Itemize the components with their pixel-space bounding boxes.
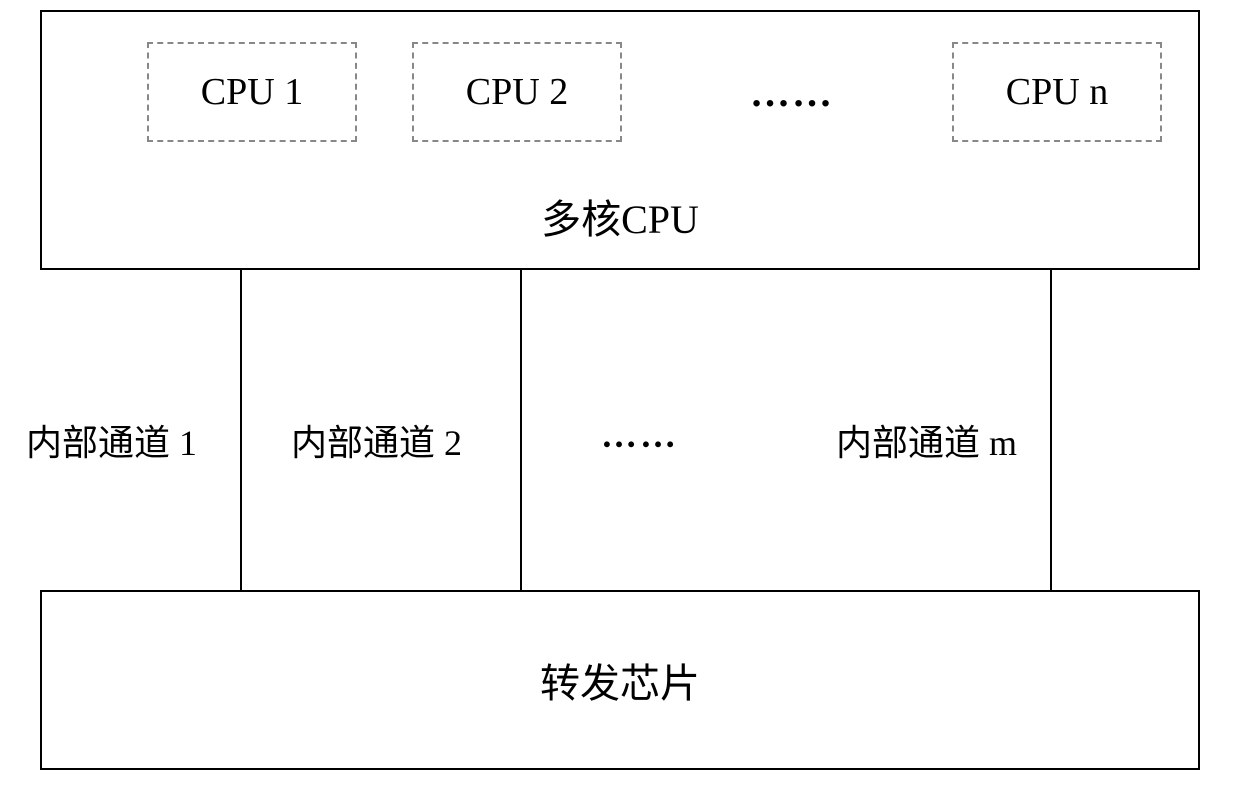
cpu-cores-row: CPU 1 CPU 2 …… CPU n xyxy=(42,42,1198,142)
channel-line-2 xyxy=(520,270,522,590)
internal-channels-area: 内部通道 1 内部通道 2 …… 内部通道 m xyxy=(40,270,1200,590)
channel-line-m xyxy=(1050,270,1052,590)
cpu-2-label: CPU 2 xyxy=(466,70,568,114)
cpu-core-1: CPU 1 xyxy=(147,42,357,142)
cpu-1-label: CPU 1 xyxy=(201,70,303,114)
cpu-n-label: CPU n xyxy=(1006,70,1108,114)
multicore-cpu-box: CPU 1 CPU 2 …… CPU n 多核CPU xyxy=(40,10,1200,270)
channel-2-label: 内部通道 2 xyxy=(285,410,468,470)
forwarding-chip-box: 转发芯片 xyxy=(40,590,1200,770)
cpu-core-2: CPU 2 xyxy=(412,42,622,142)
architecture-diagram: CPU 1 CPU 2 …… CPU n 多核CPU 内部通道 1 内部通道 2… xyxy=(40,10,1200,770)
cpu-core-n: CPU n xyxy=(952,42,1162,142)
channel-line-1 xyxy=(240,270,242,590)
cpu-ellipsis: …… xyxy=(692,69,892,116)
channel-m-label: 内部通道 m xyxy=(830,410,1023,470)
multicore-cpu-title: 多核CPU xyxy=(42,187,1198,245)
channel-ellipsis: …… xyxy=(595,410,685,460)
forwarding-chip-title: 转发芯片 xyxy=(540,651,700,709)
channel-1-label: 内部通道 1 xyxy=(20,410,203,470)
